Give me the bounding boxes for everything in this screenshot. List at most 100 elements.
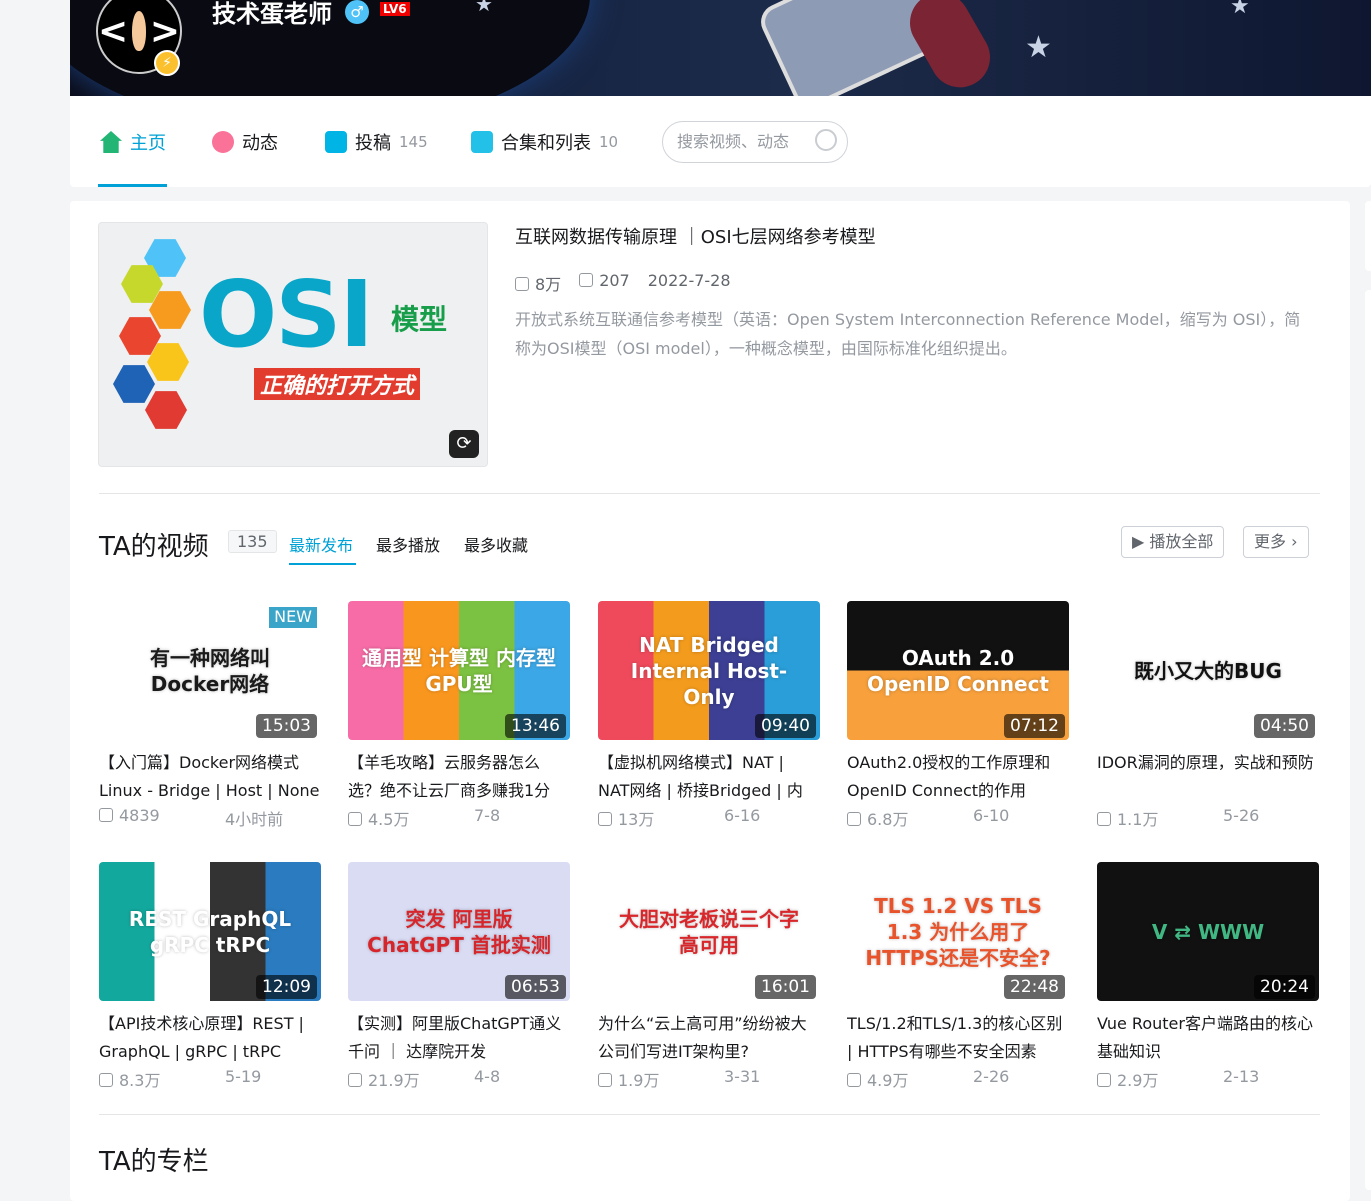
view-count: 4.5万 <box>368 810 410 829</box>
publish-date: 4小时前 <box>225 810 284 829</box>
comment-count: 207 <box>599 271 630 290</box>
tab-count: 145 <box>399 133 428 151</box>
video-card[interactable]: 通用型 计算型 内存型 GPU型 13:46 【羊毛攻略】云服务器怎么选？绝不让… <box>348 601 570 830</box>
video-card[interactable]: NAT Bridged Internal Host-Only 09:40 【虚拟… <box>598 601 820 830</box>
thumb-text: 通用型 计算型 内存型 GPU型 <box>362 645 556 696</box>
tab-latest[interactable]: 最新发布 <box>289 532 353 556</box>
dynamic-icon <box>212 131 234 153</box>
video-thumbnail[interactable]: NAT Bridged Internal Host-Only 09:40 <box>598 601 820 740</box>
tab-label: 主页 <box>130 133 166 154</box>
section-title: TA的视频 <box>99 532 209 562</box>
video-card[interactable]: OAuth 2.0 OpenID Connect 07:12 OAuth2.0授… <box>847 601 1069 830</box>
tab-home[interactable]: 主页 <box>100 129 166 155</box>
profile-nav: 主页 动态 投稿 145 合集和列表 10 搜索视频、动态 <box>70 96 1371 187</box>
publish-date: 2022-7-28 <box>647 271 731 290</box>
thumb-text: OSI <box>199 261 374 368</box>
publish-date: 4-8 <box>474 1067 501 1086</box>
duration: 13:46 <box>505 713 566 738</box>
thumb-text: NAT Bridged Internal Host-Only <box>630 632 788 709</box>
publish-date: 7-8 <box>474 806 501 825</box>
video-card[interactable]: REST GraphQL gRPC tRPC 12:09 【API技术核心原理】… <box>99 862 321 1091</box>
play-count-icon <box>515 277 529 291</box>
video-title[interactable]: IDOR漏洞的原理，实战和预防 <box>1097 749 1319 805</box>
video-thumbnail[interactable]: 大胆对老板说三个字 高可用 16:01 <box>598 862 820 1001</box>
video-card[interactable]: 突发 阿里版ChatGPT 首批实测 06:53 【实测】阿里版ChatGPT通… <box>348 862 570 1091</box>
publish-date: 2-26 <box>973 1067 1010 1086</box>
video-title[interactable]: TLS/1.2和TLS/1.3的核心区别 | HTTPS有哪些不安全因素 <box>847 1010 1069 1066</box>
thumb-text: OAuth 2.0 OpenID Connect <box>866 645 1049 696</box>
video-thumbnail[interactable]: OAuth 2.0 OpenID Connect 07:12 <box>847 601 1069 740</box>
play-count-icon <box>99 808 113 822</box>
featured-video-title[interactable]: 互联网数据传输原理 ｜OSI七层网络参考模型 <box>515 223 876 249</box>
playlist-icon <box>471 131 493 153</box>
duration: 20:24 <box>1254 974 1315 999</box>
tab-dynamic[interactable]: 动态 <box>212 129 278 155</box>
video-count-badge: 135 <box>228 530 277 553</box>
video-title[interactable]: 为什么“云上高可用”纷纷被大公司们写进IT架构里? <box>598 1010 820 1066</box>
view-count: 13万 <box>618 810 655 829</box>
button-label: 播放全部 <box>1149 532 1214 551</box>
video-card[interactable]: 大胆对老板说三个字 高可用 16:01 为什么“云上高可用”纷纷被大公司们写进I… <box>598 862 820 1091</box>
thumb-text: 突发 阿里版ChatGPT 首批实测 <box>367 906 551 957</box>
video-title[interactable]: 【实测】阿里版ChatGPT通义千问 ｜ 达摩院开发 <box>348 1010 570 1066</box>
tv-icon <box>325 131 347 153</box>
search-input[interactable]: 搜索视频、动态 <box>662 121 848 163</box>
thumb-text: 有一种网络叫 Docker网络 <box>150 645 270 696</box>
thumb-text: 既小又大的BUG <box>1134 658 1282 683</box>
thumb-text: REST GraphQL gRPC tRPC <box>128 906 292 957</box>
video-thumbnail[interactable]: REST GraphQL gRPC tRPC 12:09 <box>99 862 321 1001</box>
tab-uploads[interactable]: 投稿 145 <box>325 129 428 155</box>
play-count-icon <box>598 1073 612 1087</box>
tab-label: 投稿 <box>355 133 391 154</box>
video-thumbnail[interactable]: 有一种网络叫 Docker网络 NEW 15:03 <box>99 601 321 740</box>
tab-most-played[interactable]: 最多播放 <box>376 532 440 556</box>
video-title[interactable]: 【入门篇】Docker网络模式 Linux - Bridge | Host | … <box>99 749 321 805</box>
video-card[interactable]: TLS 1.2 VS TLS 1.3 为什么用了HTTPS还是不安全? 22:4… <box>847 862 1069 1091</box>
thumb-text: 模型 <box>391 303 448 336</box>
video-thumbnail[interactable]: 突发 阿里版ChatGPT 首批实测 06:53 <box>348 862 570 1001</box>
video-card[interactable]: 既小又大的BUG 04:50 IDOR漏洞的原理，实战和预防 1.1万 5-26 <box>1097 601 1319 830</box>
video-thumbnail[interactable]: 通用型 计算型 内存型 GPU型 13:46 <box>348 601 570 740</box>
video-card[interactable]: V ⇄ WWW 20:24 Vue Router客户端路由的核心基础知识 2.9… <box>1097 862 1319 1091</box>
thumb-text: TLS 1.2 VS TLS 1.3 为什么用了HTTPS还是不安全? <box>865 893 1051 970</box>
play-all-button[interactable]: ▶ 播放全部 <box>1121 526 1225 558</box>
video-title[interactable]: OAuth2.0授权的工作原理和OpenID Connect的作用 <box>847 749 1069 805</box>
thumb-text: V ⇄ WWW <box>1151 919 1265 944</box>
thumb-text: 正确的打开方式 <box>254 368 421 400</box>
duration: 15:03 <box>256 713 317 738</box>
publish-date: 3-31 <box>724 1067 761 1086</box>
tab-label: 动态 <box>242 133 278 154</box>
tab-label: 合集和列表 <box>501 133 591 154</box>
tab-most-favorited[interactable]: 最多收藏 <box>464 532 528 556</box>
play-count-icon <box>847 812 861 826</box>
comment-icon <box>579 273 594 287</box>
play-count-icon <box>1097 812 1111 826</box>
divider <box>99 493 1320 494</box>
button-label: 更多 <box>1254 532 1287 551</box>
video-thumbnail[interactable]: V ⇄ WWW 20:24 <box>1097 862 1319 1001</box>
tab-collections[interactable]: 合集和列表 10 <box>471 129 618 155</box>
play-count-icon <box>348 812 362 826</box>
new-badge: NEW <box>269 607 317 628</box>
thumb-text: 大胆对老板说三个字 高可用 <box>619 906 799 957</box>
duration: 12:09 <box>256 974 317 999</box>
gender-male-icon: ♂ <box>345 0 369 24</box>
video-title[interactable]: 【API技术核心原理】REST | GraphQL | gRPC | tRPC <box>99 1010 321 1066</box>
side-panel <box>1365 201 1371 271</box>
duration: 04:50 <box>1254 713 1315 738</box>
video-thumbnail[interactable]: 既小又大的BUG 04:50 <box>1097 601 1319 740</box>
video-thumbnail[interactable]: TLS 1.2 VS TLS 1.3 为什么用了HTTPS还是不安全? 22:4… <box>847 862 1069 1001</box>
more-button[interactable]: 更多 › <box>1243 526 1309 558</box>
replay-icon[interactable]: ⟳ <box>449 430 479 458</box>
featured-video-stats: 8万 207 2022-7-28 <box>515 271 731 295</box>
star-icon: ★ <box>1025 30 1052 65</box>
search-icon[interactable] <box>815 129 837 151</box>
play-icon: ▶ <box>1132 532 1150 551</box>
video-title[interactable]: Vue Router客户端路由的核心基础知识 <box>1097 1010 1319 1066</box>
video-title[interactable]: 【羊毛攻略】云服务器怎么选？绝不让云厂商多赚我1分 <box>348 749 570 805</box>
video-card[interactable]: 有一种网络叫 Docker网络 NEW 15:03 【入门篇】Docker网络模… <box>99 601 321 830</box>
featured-video-thumbnail[interactable]: OSI 模型 正确的打开方式 ⟳ <box>98 222 488 467</box>
view-count: 8.3万 <box>119 1071 161 1090</box>
username[interactable]: 技术蛋老师 <box>212 0 332 29</box>
video-title[interactable]: 【虚拟机网络模式】NAT | NAT网络 | 桥接Bridged | 内 <box>598 749 820 805</box>
